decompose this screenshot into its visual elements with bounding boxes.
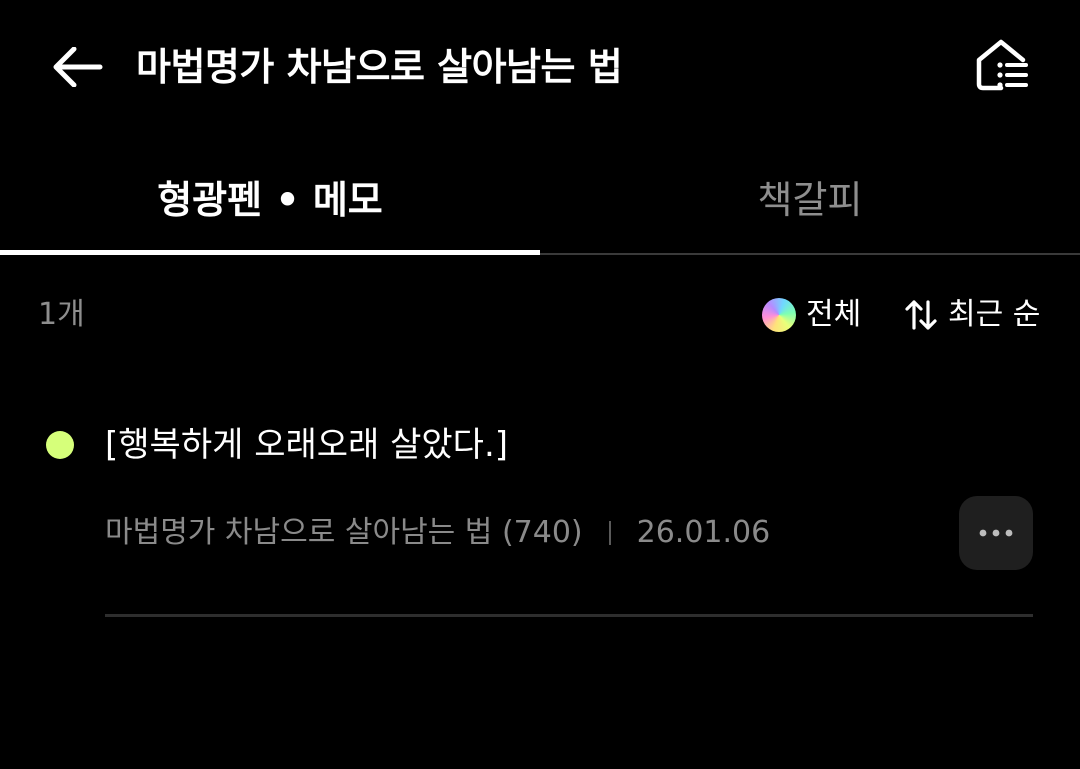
arrow-left-icon (53, 47, 103, 87)
meta-separator (608, 521, 611, 545)
tab-bar: 형광펜 • 메모 책갈피 (0, 150, 1080, 255)
memo-list-item[interactable]: [행복하게 오래오래 살았다.] 마법명가 차남으로 살아남는 법 (740) … (0, 405, 1080, 620)
highlights-memos-screen: 마법명가 차남으로 살아남는 법 형광펜 • 메모 책갈피 1개 전체 최근 순… (0, 0, 1080, 769)
memo-text: [행복하게 오래오래 살았다.] (105, 425, 509, 465)
rainbow-color-dot-icon (762, 298, 796, 332)
home-list-icon (976, 39, 1028, 91)
sort-label: 최근 순 (948, 297, 1041, 332)
memo-book-reference: 마법명가 차남으로 살아남는 법 (740) (105, 515, 583, 550)
sort-button[interactable]: 최근 순 (904, 291, 1040, 339)
contents-button[interactable] (968, 32, 1038, 98)
highlight-color-dot (46, 431, 74, 459)
item-count: 1개 (38, 297, 85, 332)
back-button[interactable] (44, 36, 112, 98)
active-tab-indicator (0, 250, 540, 255)
book-title: 마법명가 차남으로 살아남는 법 (136, 45, 623, 89)
list-divider (105, 614, 1033, 617)
memo-date: 26.01.06 (636, 515, 771, 550)
color-filter-label: 전체 (806, 297, 862, 332)
sort-arrows-icon (905, 300, 937, 330)
more-options-button[interactable] (959, 496, 1033, 570)
filter-row: 1개 전체 최근 순 (0, 285, 1080, 345)
color-filter-button[interactable]: 전체 (762, 291, 861, 339)
top-app-bar: 마법명가 차남으로 살아남는 법 (0, 0, 1080, 134)
tab-bookmarks[interactable]: 책갈피 (540, 150, 1080, 250)
memo-meta: 마법명가 차남으로 살아남는 법 (740) 26.01.06 (105, 511, 770, 555)
more-horizontal-icon (979, 529, 1013, 537)
tab-highlights-memos[interactable]: 형광펜 • 메모 (0, 150, 540, 250)
